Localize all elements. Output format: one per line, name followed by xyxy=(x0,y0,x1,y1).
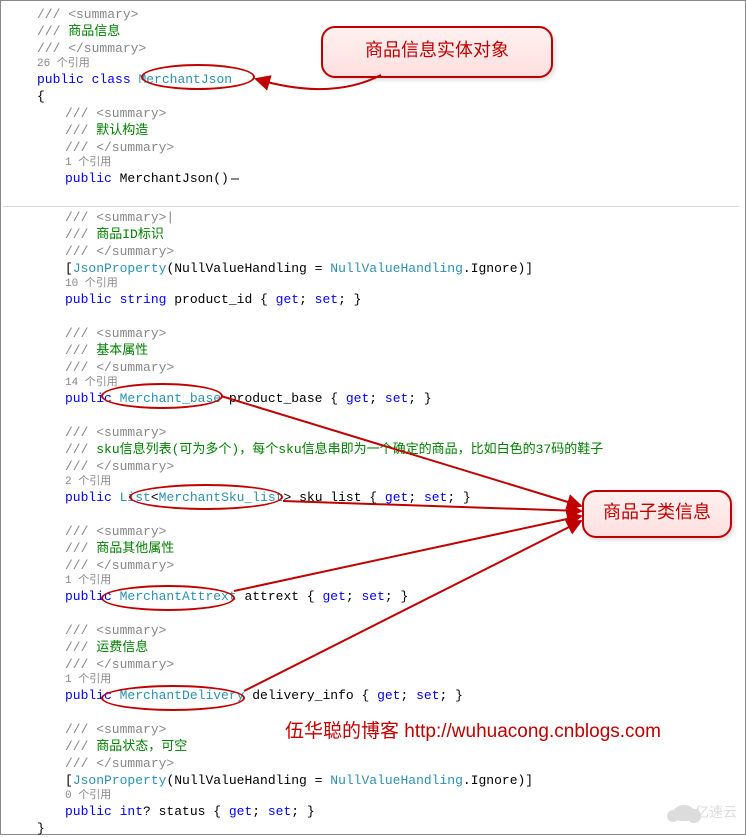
region-separator xyxy=(3,206,739,207)
ctor-declaration: public MerchantJson() xyxy=(9,170,739,187)
xml-doc: /// </summary> xyxy=(9,458,739,475)
codelens-reference[interactable]: 1 个引用 xyxy=(9,574,739,588)
blog-watermark: 伍华聪的博客 http://wuhuacong.cnblogs.com xyxy=(285,723,661,740)
brace: { xyxy=(9,88,739,105)
xml-doc: /// <summary> xyxy=(9,325,739,342)
xml-doc: /// </summary> xyxy=(9,243,739,260)
annotation-callout-entity: 商品信息实体对象 xyxy=(321,26,553,78)
xml-doc: /// <summary> xyxy=(9,105,739,122)
codelens-reference[interactable]: 10 个引用 xyxy=(9,277,739,291)
xml-doc: /// </summary> xyxy=(9,557,739,574)
highlight-ellipse-sku xyxy=(129,484,283,510)
codelens-reference[interactable]: 2 个引用 xyxy=(9,475,739,489)
brand-text: 亿速云 xyxy=(695,804,737,821)
xml-doc: /// <summary> xyxy=(9,6,739,23)
xml-doc: /// 商品其他属性 xyxy=(9,540,739,557)
highlight-ellipse-class xyxy=(141,64,255,90)
annotation-callout-subclass: 商品子类信息 xyxy=(582,490,732,538)
xml-doc: /// </summary> xyxy=(9,755,739,772)
xml-doc: /// 默认构造 xyxy=(9,122,739,139)
attribute: [JsonProperty(NullValueHandling = NullVa… xyxy=(9,260,739,277)
attribute: [JsonProperty(NullValueHandling = NullVa… xyxy=(9,772,739,789)
brand-watermark: 亿速云 xyxy=(673,802,739,828)
xml-doc: /// 商品ID标识 xyxy=(9,226,739,243)
xml-doc: /// 基本属性 xyxy=(9,342,739,359)
highlight-ellipse-base xyxy=(101,383,223,409)
xml-doc: /// <summary> xyxy=(9,424,739,441)
fold-indicator[interactable] xyxy=(231,178,239,180)
xml-doc: /// 运费信息 xyxy=(9,639,739,656)
xml-doc: /// </summary> xyxy=(9,656,739,673)
xml-doc: /// </summary> xyxy=(9,359,739,376)
xml-doc: /// </summary> xyxy=(9,139,739,156)
cloud-icon xyxy=(673,805,695,821)
brace: } xyxy=(9,820,739,837)
code-editor: /// <summary> /// 商品信息 /// </summary> 26… xyxy=(3,3,743,832)
codelens-reference[interactable]: 0 个引用 xyxy=(9,789,739,803)
xml-doc: /// sku信息列表(可为多个)，每个sku信息串即为一个确定的商品，比如白色… xyxy=(9,441,739,458)
highlight-ellipse-attrext xyxy=(101,585,235,611)
highlight-ellipse-delivery xyxy=(101,685,245,711)
property-declaration: public string product_id { get; set; } xyxy=(9,291,739,308)
codelens-reference[interactable]: 1 个引用 xyxy=(9,156,739,170)
xml-doc: /// <summary>| xyxy=(9,209,739,226)
xml-doc: /// <summary> xyxy=(9,622,739,639)
property-declaration: public int? status { get; set; } xyxy=(9,803,739,820)
codelens-reference[interactable]: 1 个引用 xyxy=(9,673,739,687)
